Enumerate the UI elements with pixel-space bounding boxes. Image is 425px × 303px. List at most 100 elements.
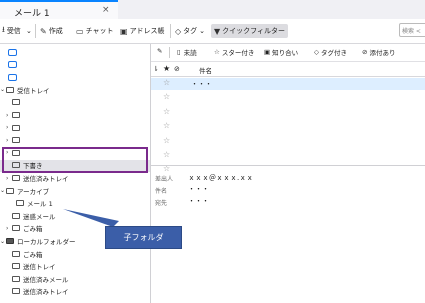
folder-item[interactable] [6,96,23,108]
thread-column-icon[interactable]: ⇂ [153,65,159,73]
folder-item[interactable] [2,59,20,71]
message-row[interactable]: ☆ [151,150,425,162]
folder-label: メール 1 [27,200,53,209]
message-row[interactable]: ☆ [151,121,425,133]
folder-item[interactable] [2,46,20,58]
message-list-header: ⇂ ★ ⊘ 件名 [151,62,425,77]
folder-label: 迷惑メール [23,212,56,221]
folder-item[interactable]: › ごみ箱 [6,222,43,234]
star-icon[interactable]: ☆ [163,121,170,130]
account-icon [8,48,17,56]
folder-label: 送信済みメール [23,275,69,284]
chat-icon: ▭ [76,26,84,36]
message-subject: ・・・ [191,80,212,88]
from-label: 差出人 [155,176,174,183]
folder-item[interactable]: › 送信済みトレイ [6,172,69,184]
folder-icon [16,200,24,207]
tag-icon: ◇ [175,26,182,36]
folder-label: 送信済みトレイ [23,288,69,297]
quick-filter-bar: ✎ ▯ 未読 ☆ スター付き ▣ 知り合い ◇ タグ付き ⊘ 添付あり [151,44,425,62]
folder-icon [12,263,20,270]
folder-icon [12,112,20,118]
folder-item[interactable]: ⌄ 受信トレイ [0,84,50,96]
tab-mail[interactable]: メール 1 × [0,0,118,19]
message-row[interactable]: ☆ [151,107,425,119]
attachment-column-icon[interactable]: ⊘ [174,65,180,73]
folder-icon [12,250,20,257]
folder-item[interactable]: › [6,122,23,134]
folder-label: ごみ箱 [23,250,43,259]
folder-icon [12,137,20,144]
annotation-highlight-box [2,147,148,173]
tab-close-icon[interactable]: × [102,5,110,15]
folder-icon [12,275,20,282]
message-row[interactable]: ☆ [151,92,425,104]
folder-icon [6,86,14,93]
folder-item[interactable]: › [6,134,23,146]
search-input[interactable]: 検索 < [399,23,425,37]
tag-button[interactable]: ◇ タグ ⌄ [175,24,205,38]
star-icon[interactable]: ☆ [163,78,170,87]
folder-label: アーカイブ [17,187,50,196]
folder-item[interactable]: 送信トレイ [6,260,56,272]
subject-column-header[interactable]: 件名 [199,65,212,75]
star-icon[interactable]: ☆ [163,107,170,116]
filter-attachment-button[interactable]: ⊘ 添付あり [362,47,395,57]
subject-label: 件名 [155,188,168,195]
folder-icon [12,175,20,181]
filter-starred-button[interactable]: ☆ スター付き [214,47,254,57]
compose-button[interactable]: ✎ 作成 [40,24,63,38]
folder-label: ごみ箱 [23,225,43,234]
chevron-down-icon: ⌄ [199,27,206,35]
to-label: 宛先 [155,200,168,207]
receive-button[interactable]: ⭳ 受信 [2,24,21,38]
addressbook-icon: ▣ [120,26,128,36]
pin-filter-icon[interactable]: ✎ [157,47,162,55]
folder-item[interactable]: 送信済みメール [6,273,69,285]
contact-icon: ▣ [264,48,271,56]
filter-tagged-button[interactable]: ◇ タグ付き [314,47,347,57]
folder-icon [12,225,20,232]
toolbar-divider [170,24,171,38]
folder-item[interactable]: メール 1 [10,197,53,209]
folder-icon [6,238,14,244]
preview-divider[interactable] [151,165,425,166]
addressbook-button[interactable]: ▣ アドレス帳 [120,24,165,38]
folder-item[interactable]: › [6,109,23,121]
folder-item[interactable]: ⌄ アーカイブ [0,185,49,197]
filter-contacts-button[interactable]: ▣ 知り合い [264,47,298,57]
to-value[interactable]: ・・・ [188,196,209,206]
quickfilter-button[interactable]: ▼ クイックフィルター [211,24,289,38]
from-value[interactable]: ｘｘｘ＠ｘｘｘ.ｘｘ [188,173,253,183]
star-icon: ☆ [214,48,220,56]
folder-label: 送信トレイ [23,263,56,272]
chat-button[interactable]: ▭ チャット [76,24,114,38]
star-icon[interactable]: ☆ [163,136,170,145]
folder-icon [12,212,20,219]
message-row[interactable]: ☆ [151,136,425,148]
paperclip-icon: ⊘ [362,48,368,56]
star-icon[interactable]: ☆ [163,150,170,159]
folder-icon [12,124,20,131]
filter-unread-button[interactable]: ▯ 未読 [177,47,197,57]
pencil-icon: ✎ [40,26,47,36]
filter-icon: ▼ [214,26,221,36]
main-toolbar: ⭳ 受信 ⌄ ✎ 作成 ▭ チャット ▣ アドレス帳 ◇ タグ ⌄ ▼ クイック… [0,19,425,44]
receive-dropdown-icon[interactable]: ⌄ [26,24,32,38]
folder-item[interactable]: ごみ箱 [6,248,43,260]
message-row[interactable]: ☆ ・・・ [151,78,425,90]
star-icon[interactable]: ☆ [163,92,170,101]
folder-icon [12,99,20,106]
download-icon: ⭳ [2,25,5,34]
account-icon [8,61,17,69]
folder-item[interactable]: 送信済みトレイ [6,285,69,297]
folder-item[interactable]: 迷惑メール [6,210,56,222]
toolbar-divider [35,24,36,38]
bookmark-icon: ▯ [177,48,181,56]
star-column-icon[interactable]: ★ [163,64,170,73]
folder-icon [12,288,20,295]
folder-label: 送信済みトレイ [23,175,69,183]
folder-icon [6,187,14,194]
folder-item[interactable] [2,71,20,83]
filter-divider [169,47,170,58]
